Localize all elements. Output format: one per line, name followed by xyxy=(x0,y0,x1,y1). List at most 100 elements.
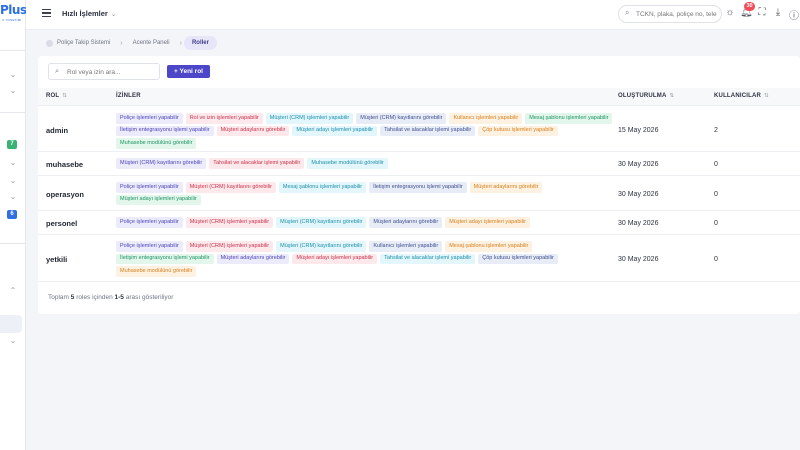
column-header-created[interactable]: OLUŞTURULMA ⇅ xyxy=(618,93,674,99)
user-count: 0 xyxy=(714,220,718,227)
sort-icon: ⇅ xyxy=(764,93,769,99)
table-row[interactable]: muhasebe Müşteri (CRM) kayıtlarını görebi… xyxy=(38,152,800,176)
quick-actions-label: Hızlı İşlemler xyxy=(62,9,108,18)
sidebar-count-badge: 6 xyxy=(7,210,17,219)
menu-icon[interactable] xyxy=(42,9,51,17)
permission-chip: Kullanıcı işlemleri yapabilir xyxy=(449,113,523,124)
permission-chip: Müşteri (CRM) kayıtlarını görebilir xyxy=(276,217,367,228)
theme-toggle-icon[interactable]: ☼ xyxy=(724,7,736,18)
permission-chip: Muhasebe modülünü görebilir xyxy=(116,138,197,149)
permission-chip: Poliçe işlemleri yapabilir xyxy=(116,217,183,228)
global-search-input[interactable] xyxy=(636,9,720,20)
permission-chip: Müşteri (CRM) kayıtlarını görebilir xyxy=(185,182,276,193)
table-row[interactable]: personel Poliçe işlemleri yapabilir Müşter… xyxy=(38,211,800,235)
chevron-down-icon[interactable]: ⌄ xyxy=(8,70,18,79)
user-count: 2 xyxy=(714,127,718,134)
column-header-users[interactable]: KULLANICILAR ⇅ xyxy=(714,93,769,99)
global-search[interactable]: ⌕ xyxy=(618,5,722,23)
search-icon: ⌕ xyxy=(55,66,60,75)
table-row[interactable]: yetkili Poliçe işlemleri yapabilir Müşteri… xyxy=(38,235,800,282)
permission-chip: Poliçe işlemleri yapabilir xyxy=(116,182,183,193)
sidebar-count-badge: 7 xyxy=(7,140,17,149)
column-label: KULLANICILAR xyxy=(714,93,762,99)
permission-chip: Müşteri (CRM) işlemleri yapabilir xyxy=(185,217,274,228)
sort-icon: ⇅ xyxy=(62,93,68,99)
summary-total: 5 xyxy=(70,294,75,301)
role-name[interactable]: muhasebe xyxy=(46,160,83,169)
permission-chip: Müşteri adayı işlemleri yapabilir xyxy=(292,125,378,136)
roles-card: ⌕ + Yeni rol ROL⇅ İZİNLER OLUŞTURULMA⇅ K… xyxy=(38,56,800,314)
table-row[interactable]: admin Poliçe işlemleri yapabilir Rol ve iz… xyxy=(38,107,800,152)
sidebar-divider xyxy=(0,243,26,244)
permission-chip: Tahsilat ve alacaklar işlemi yapabilir xyxy=(380,125,476,136)
permission-chip: Müşteri adaylarını görebilir xyxy=(216,253,290,264)
chevron-down-icon[interactable]: ⌄ xyxy=(8,158,18,167)
chevron-down-icon[interactable]: ⌄ xyxy=(8,86,18,95)
breadcrumb-separator-icon: › xyxy=(120,39,123,47)
role-name[interactable]: yetkili xyxy=(46,255,67,264)
permission-chip: Müşteri (CRM) kayıtlarını görebilir xyxy=(276,241,367,252)
breadcrumb-separator-icon: › xyxy=(179,39,182,47)
permission-list: Poliçe işlemleri yapabilir Müşteri (CRM) … xyxy=(116,217,616,228)
summary-prefix: Toplam xyxy=(48,294,69,301)
column-header-permissions: İZİNLER xyxy=(116,93,141,99)
sidebar-divider xyxy=(0,112,26,113)
role-name[interactable]: operasyon xyxy=(46,190,84,199)
sidebar-active-item[interactable] xyxy=(0,315,22,333)
permission-chip: Müşteri (CRM) işlemleri yapabilir xyxy=(185,241,274,252)
chevron-down-icon[interactable]: ⌄ xyxy=(8,176,18,185)
summary-middle: roles içinden xyxy=(76,294,113,301)
role-name[interactable]: admin xyxy=(46,126,68,135)
permission-chip: Mesaj şablonu işlemleri yapabilir xyxy=(525,113,613,124)
user-count: 0 xyxy=(714,161,718,168)
app-logo-subtitle: C YÖNETİMİ xyxy=(2,18,22,22)
column-label: OLUŞTURULMA xyxy=(618,93,667,99)
breadcrumb-label: Poliçe Takip Sistemi xyxy=(57,40,111,46)
download-icon[interactable]: ⤓ xyxy=(772,7,784,18)
chevron-down-icon: ⌄ xyxy=(110,11,117,18)
permission-chip: Çöp kutusu işlemleri yapabilir xyxy=(478,253,558,264)
permission-chip: İletişim entegrasyonu işlemi yapabilir xyxy=(116,125,214,136)
chevron-down-icon[interactable]: ⌄ xyxy=(8,192,18,201)
column-label: İZİNLER xyxy=(116,93,141,99)
breadcrumb-item-home[interactable]: Poliçe Takip Sistemi xyxy=(38,36,118,51)
permission-chip: Kullanıcı işlemleri yapabilir xyxy=(369,241,443,252)
help-icon[interactable]: ⓘ xyxy=(788,7,800,22)
app-logo[interactable]: Plus xyxy=(0,3,27,17)
permission-chip: Mesaj şablonu işlemleri yapabilir xyxy=(278,182,367,193)
permission-list: Poliçe işlemleri yapabilir Müşteri (CRM) … xyxy=(116,241,616,277)
permission-chip: İletişim entegrasyonu işlemi yapabilir xyxy=(369,182,467,193)
quick-actions-menu[interactable]: Hızlı İşlemler ⌄ xyxy=(62,9,116,18)
fullscreen-icon[interactable]: ⛶ xyxy=(756,7,768,18)
pagination-summary: Toplam 5 roles içinden 1-5 arası gösteri… xyxy=(48,294,173,301)
home-icon xyxy=(46,39,53,47)
role-name[interactable]: personel xyxy=(46,219,77,228)
permission-chip: Müşteri adayı işlemleri yapabilir xyxy=(116,194,201,205)
chevron-up-icon[interactable]: ⌃ xyxy=(8,286,18,295)
search-icon: ⌕ xyxy=(625,8,630,17)
permission-chip: Muhasebe modülünü görebilir xyxy=(307,158,388,169)
permission-chip: Müşteri (CRM) kayıtlarını görebilir xyxy=(356,113,447,124)
permission-chip: Müşteri adaylarını görebilir xyxy=(369,217,443,228)
user-count: 0 xyxy=(714,191,718,198)
role-search[interactable]: ⌕ xyxy=(48,63,160,80)
permission-chip: İletişim entegrasyonu işlemi yapabilir xyxy=(116,253,214,264)
chevron-down-icon[interactable]: ⌄ xyxy=(8,336,18,345)
created-date: 30 May 2026 xyxy=(618,220,659,227)
breadcrumb-item-panel[interactable]: Acente Paneli xyxy=(125,36,178,50)
summary-suffix: arası gösteriliyor xyxy=(125,294,174,301)
new-role-button[interactable]: + Yeni rol xyxy=(167,65,210,78)
column-header-role[interactable]: ROL ⇅ xyxy=(46,93,67,99)
permission-list: Poliçe işlemleri yapabilir Müşteri (CRM) … xyxy=(116,182,616,205)
permission-chip: Muhasebe modülünü görebilir xyxy=(116,266,197,277)
permission-chip: Tahsilat ve alacaklar işlemi yapabilir xyxy=(380,253,476,264)
permission-chip: Müşteri adaylarını görebilir xyxy=(216,125,290,136)
permission-chip: Müşteri adayı işlemleri yapabilir xyxy=(445,217,530,228)
role-search-input[interactable] xyxy=(67,67,157,77)
breadcrumb: Poliçe Takip Sistemi › Acente Paneli › R… xyxy=(38,33,800,53)
sidebar: Plus C YÖNETİMİ ⌄ ⌄ 7 ⌄ ⌄ ⌄ 6 ⌃ ⌄ xyxy=(0,0,27,450)
table-row[interactable]: operasyon Poliçe işlemleri yapabilir Müşte… xyxy=(38,176,800,211)
permission-chip: Poliçe işlemleri yapabilir xyxy=(116,241,183,252)
permission-chip: Müşteri (CRM) işlemleri yapabilir xyxy=(265,113,354,124)
permission-chip: Müşteri adaylarını görebilir xyxy=(469,182,543,193)
